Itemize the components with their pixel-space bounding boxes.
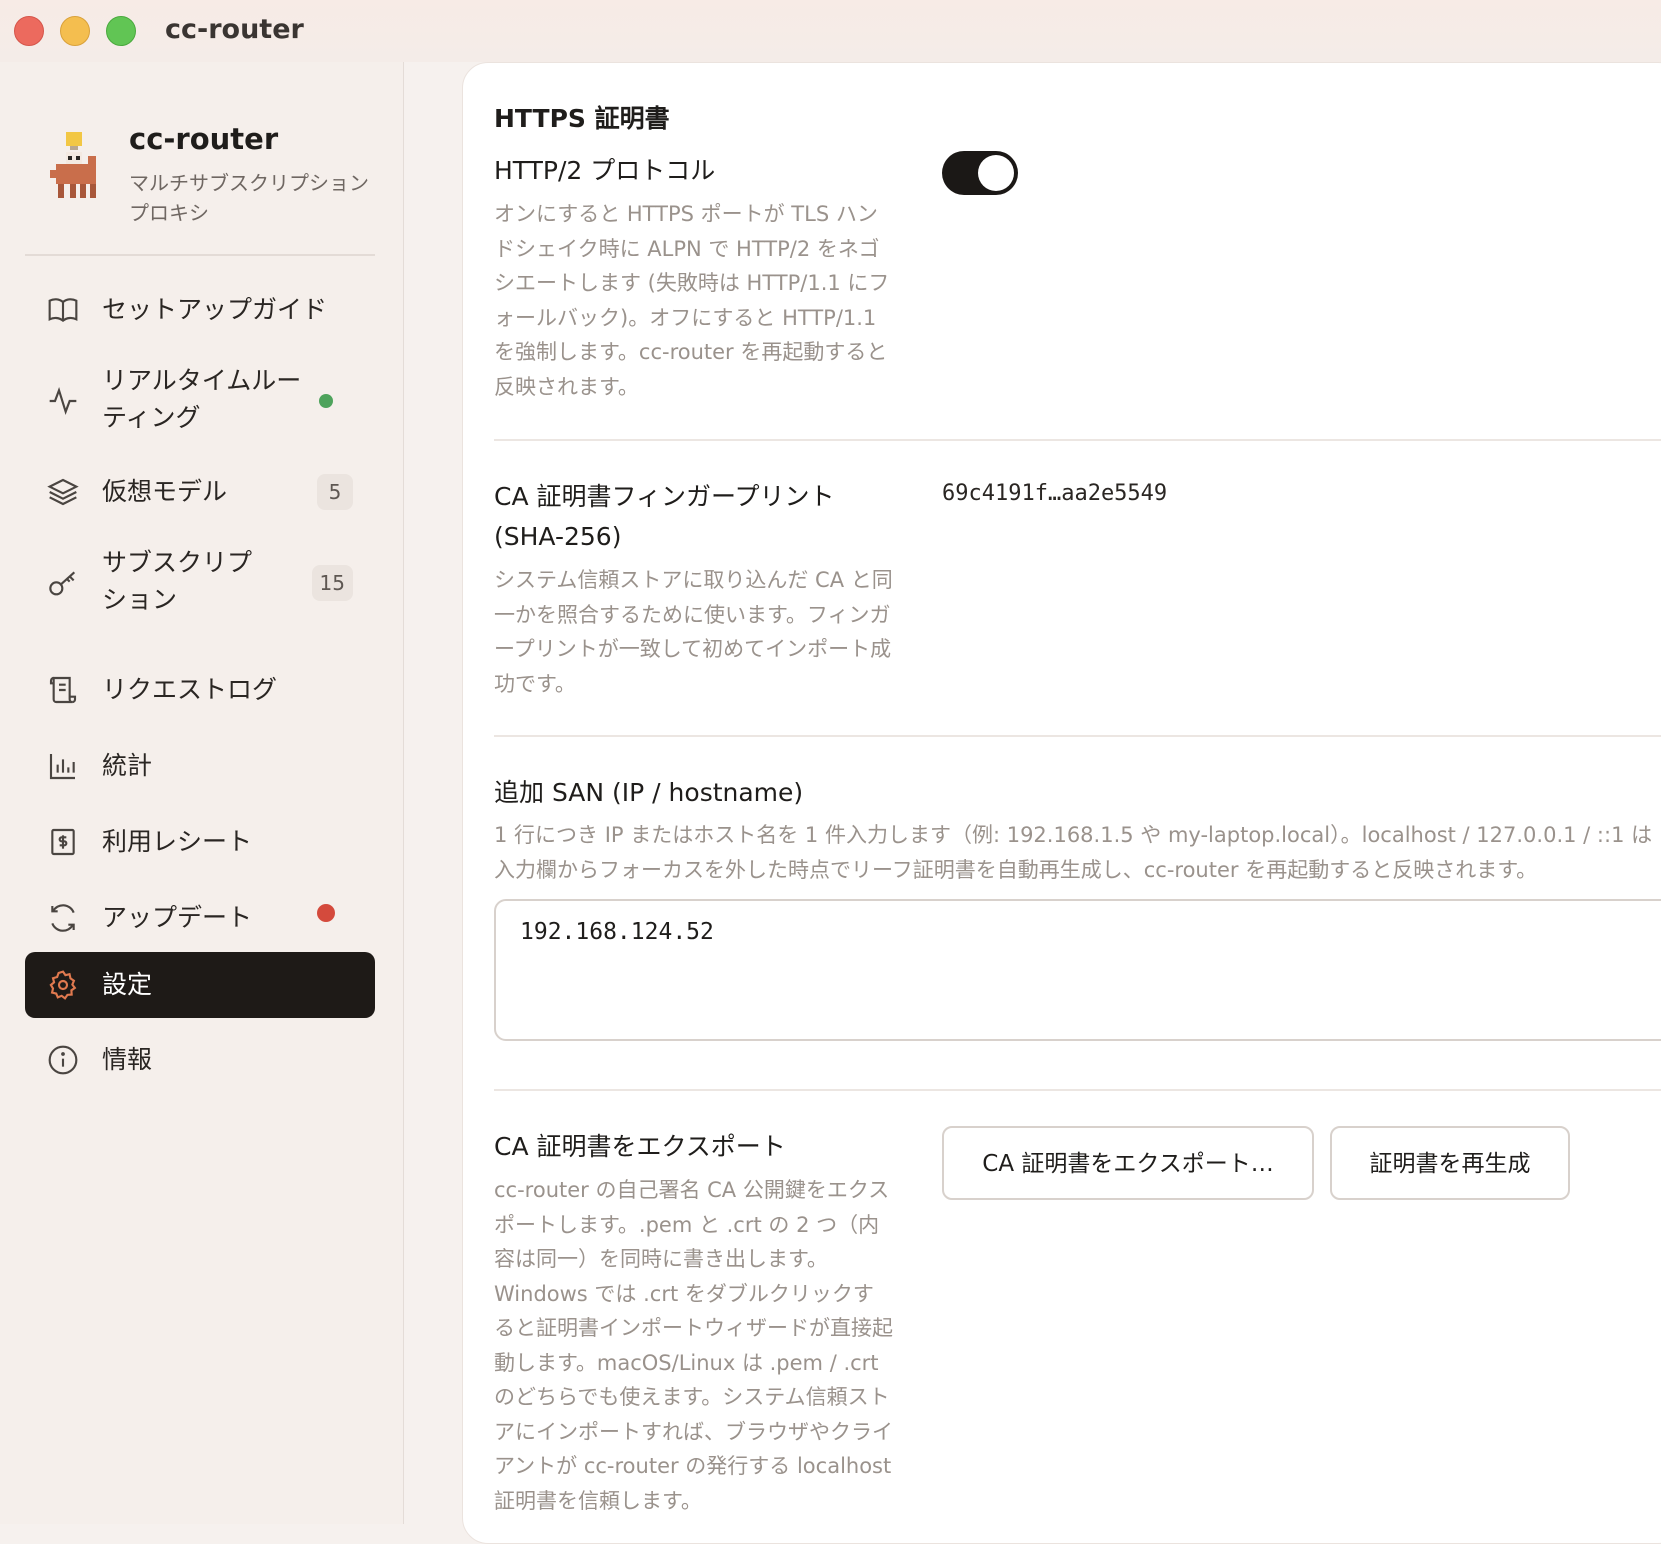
title-bar: cc-router [0, 0, 1661, 62]
sidebar-item-usage-receipts[interactable]: 利用レシート [25, 812, 375, 872]
gear-icon [49, 970, 77, 1000]
sidebar-item-label: 統計 [102, 751, 153, 780]
status-dot-green [319, 394, 333, 408]
sidebar-item-subscriptions[interactable]: サブスクリプション 15 [25, 536, 375, 630]
export-ca-button[interactable]: CA 証明書をエクスポート… [942, 1126, 1314, 1200]
layers-icon [47, 478, 79, 506]
sidebar-item-setup-guide[interactable]: セットアップガイド [25, 280, 375, 340]
sidebar-item-request-log[interactable]: リクエストログ [25, 660, 375, 720]
sidebar: cc-router マルチサブスクリプションプロキシ セットアップガイド リアル… [0, 62, 404, 1524]
fingerprint-title: CA 証明書フィンガープリント [494, 482, 835, 511]
count-badge: 5 [317, 474, 353, 510]
sidebar-item-label: 情報 [102, 1045, 153, 1074]
http2-toggle[interactable] [942, 151, 1018, 195]
sidebar-item-realtime-routing[interactable]: リアルタイムルーティング [25, 354, 375, 448]
sidebar-item-settings[interactable]: 設定 [25, 952, 375, 1018]
close-window-button[interactable] [14, 16, 44, 46]
receipt-icon [51, 828, 75, 856]
san-description: 1 行につき IP またはホスト名を 1 件入力します（例: 192.168.1… [494, 818, 1661, 888]
export-description: cc-router の自己署名 CA 公開鍵をエクスポートします。.pem と … [494, 1178, 893, 1513]
refresh-icon [51, 904, 75, 932]
sidebar-divider [25, 254, 375, 256]
sidebar-item-label: セットアップガイド [102, 295, 328, 324]
sidebar-item-label: リクエストログ [102, 675, 278, 704]
section-title: HTTPS 証明書 [494, 104, 670, 133]
export-title: CA 証明書をエクスポート [494, 1132, 786, 1161]
http2-description: オンにすると HTTPS ポートが TLS ハンドシェイク時に ALPN で H… [494, 202, 890, 399]
scroll-icon [49, 676, 77, 704]
status-dot-red [317, 904, 335, 922]
http2-title: HTTP/2 プロトコル [494, 156, 716, 185]
sidebar-item-virtual-models[interactable]: 仮想モデル 5 [25, 462, 375, 522]
toggle-knob [978, 155, 1014, 191]
regenerate-cert-button[interactable]: 証明書を再生成 [1330, 1126, 1570, 1200]
brand-name: cc-router [129, 122, 279, 156]
divider [494, 439, 1661, 441]
san-description-line: 1 行につき IP またはホスト名を 1 件入力します（例: 192.168.1… [494, 823, 1653, 847]
brand-subtitle: マルチサブスクリプションプロキシ [129, 171, 369, 225]
brand: cc-router マルチサブスクリプションプロキシ [50, 122, 380, 232]
sidebar-item-label: リアルタイムルーティング [102, 366, 302, 432]
sidebar-item-updates[interactable]: アップデート [25, 888, 375, 948]
zoom-window-button[interactable] [106, 16, 136, 46]
settings-panel: HTTPS 証明書 HTTP/2 プロトコル オンにすると HTTPS ポートが… [462, 62, 1661, 1544]
divider [494, 735, 1661, 737]
san-title: 追加 SAN (IP / hostname) [494, 778, 804, 807]
sidebar-item-label: サブスクリプション [102, 548, 253, 614]
fingerprint-value: 69c4191f…aa2e5549 [942, 481, 1168, 506]
san-input[interactable] [494, 899, 1661, 1041]
minimize-window-button[interactable] [60, 16, 90, 46]
key-icon [49, 571, 76, 596]
sidebar-item-label: アップデート [102, 903, 253, 932]
window-title: cc-router [165, 14, 304, 45]
fingerprint-description: システム信頼ストアに取り込んだ CA と同一かを照合するために使います。フィンガ… [494, 568, 893, 696]
sidebar-item-label: 利用レシート [102, 827, 253, 856]
san-description-line: 入力欄からフォーカスを外した時点でリーフ証明書を自動再生成し、cc-router… [494, 858, 1538, 882]
sidebar-item-stats[interactable]: 統計 [25, 736, 375, 796]
sidebar-item-label: 仮想モデル [102, 477, 228, 506]
sidebar-item-about[interactable]: 情報 [25, 1030, 375, 1090]
fingerprint-title-sub: (SHA-256) [494, 522, 622, 551]
book-icon [48, 298, 78, 323]
activity-icon [49, 387, 77, 415]
divider [494, 1089, 1661, 1091]
count-badge: 15 [311, 565, 353, 601]
bar-chart-icon [49, 754, 75, 780]
info-icon [48, 1045, 78, 1075]
mascot-logo-icon [50, 132, 96, 198]
sidebar-item-label: 設定 [102, 970, 153, 999]
